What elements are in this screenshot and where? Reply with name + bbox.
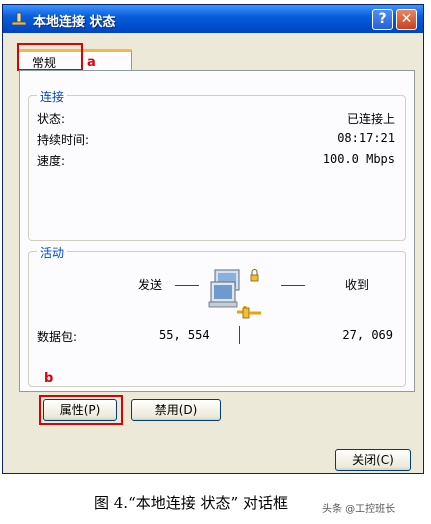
activity-legend: 活动 [37, 244, 68, 261]
packets-received-value: 27, 069 [342, 328, 393, 342]
disable-button[interactable]: 禁用(D) [131, 399, 221, 421]
packets-sent-value: 55, 554 [159, 328, 210, 342]
annotation-box-properties [39, 395, 123, 425]
packets-divider [239, 326, 240, 344]
title-bar[interactable]: 本地连接 状态 ? ✕ [3, 5, 423, 33]
speed-value: 100.0 Mbps [322, 152, 395, 166]
network-connection-icon [11, 12, 27, 26]
sent-line [175, 285, 199, 286]
close-button[interactable]: 关闭(C) [335, 449, 411, 471]
connection-group: 连接 状态: 已连接上 持续时间: 08:17:21 速度: 100.0 Mbp… [28, 88, 406, 241]
received-label: 收到 [345, 278, 370, 292]
duration-label: 持续时间: [37, 133, 90, 147]
tab-panel-general: 连接 状态: 已连接上 持续时间: 08:17:21 速度: 100.0 Mbp… [19, 70, 415, 392]
annotation-box-tab [17, 43, 83, 71]
packets-label: 数据包: [37, 330, 78, 344]
close-window-button[interactable]: ✕ [396, 9, 417, 30]
window-title: 本地连接 状态 [33, 15, 116, 30]
status-dialog: 本地连接 状态 ? ✕ 常规 a 连接 状态: 已连接上 持续时间: 08:17… [2, 4, 424, 474]
status-value: 已连接上 [346, 112, 395, 126]
speed-label: 速度: [37, 154, 66, 168]
duration-value: 08:17:21 [337, 131, 395, 145]
received-line [281, 285, 305, 286]
watermark: 头条 @工控班长 [322, 504, 396, 515]
sent-label: 发送 [138, 278, 163, 292]
annotation-marker-b: b [44, 371, 54, 386]
connection-legend: 连接 [37, 88, 68, 105]
status-label: 状态: [37, 112, 66, 126]
activity-group: 活动 发送 收到 数据包: 55, 554 27, 069 [28, 244, 406, 387]
figure-caption: 图 4.“本地连接 状态” 对话框 [94, 494, 288, 512]
help-button[interactable]: ? [372, 9, 393, 30]
network-computers-icon [208, 269, 261, 319]
annotation-marker-a: a [87, 55, 96, 70]
